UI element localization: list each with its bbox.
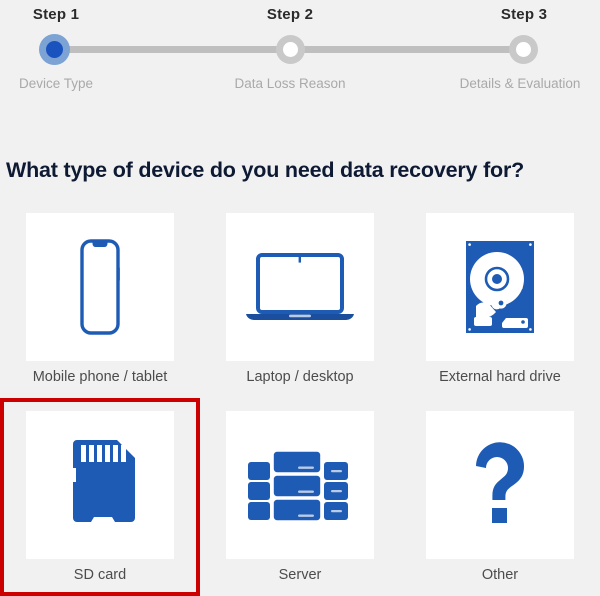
step-2-node-dot — [283, 42, 298, 57]
step-3-label: Details & Evaluation — [459, 76, 581, 91]
step-3-node-dot — [516, 42, 531, 57]
step-3-node[interactable] — [509, 35, 538, 64]
step-titles: Step 1 Step 2 Step 3 — [0, 6, 600, 28]
device-row-1: Mobile phone / tablet Laptop / desktop E… — [0, 200, 600, 398]
device-icon-tile — [226, 213, 374, 361]
progress-stepper: Step 1 Step 2 Step 3 Device Type Data Lo… — [0, 0, 600, 110]
device-option-other[interactable]: Other — [400, 398, 600, 596]
device-option-external-hard-drive[interactable]: External hard drive — [400, 200, 600, 398]
device-option-label: Other — [481, 566, 519, 583]
device-icon-tile — [26, 410, 174, 559]
step-2-node[interactable] — [276, 35, 305, 64]
device-icon-tile — [26, 213, 174, 361]
sd-card-icon — [59, 438, 141, 532]
step-1-title: Step 1 — [32, 6, 80, 23]
device-option-mobile-phone-tablet[interactable]: Mobile phone / tablet — [0, 200, 200, 398]
step-2-label: Data Loss Reason — [234, 76, 346, 91]
device-type-grid: Mobile phone / tablet Laptop / desktop E… — [0, 200, 600, 596]
question-mark-icon — [470, 442, 530, 528]
device-option-label: Mobile phone / tablet — [32, 369, 168, 385]
device-option-laptop-desktop[interactable]: Laptop / desktop — [200, 200, 400, 398]
step-2-title: Step 2 — [266, 6, 314, 23]
device-option-label: External hard drive — [439, 369, 561, 385]
device-option-label: SD card — [73, 566, 127, 583]
device-option-label: Server — [278, 566, 322, 583]
smartphone-icon — [62, 237, 138, 337]
device-icon-tile — [426, 213, 574, 361]
device-row-2: SD card Server Other — [0, 397, 600, 596]
step-3-title: Step 3 — [500, 6, 548, 23]
step-sublabels: Device Type Data Loss Reason Details & E… — [0, 76, 600, 98]
step-1-node-dot — [46, 41, 63, 58]
step-1-label: Device Type — [18, 76, 94, 91]
laptop-icon — [244, 248, 356, 326]
page-title: What type of device do you need data rec… — [6, 158, 525, 182]
device-icon-tile — [226, 410, 374, 559]
device-option-sd-card[interactable]: SD card — [0, 397, 200, 596]
step-1-node[interactable] — [39, 34, 70, 65]
device-option-label: Laptop / desktop — [246, 369, 354, 385]
server-icon — [248, 448, 352, 522]
device-icon-tile — [426, 410, 574, 559]
hard-drive-icon — [466, 241, 534, 333]
device-option-server[interactable]: Server — [200, 398, 400, 596]
